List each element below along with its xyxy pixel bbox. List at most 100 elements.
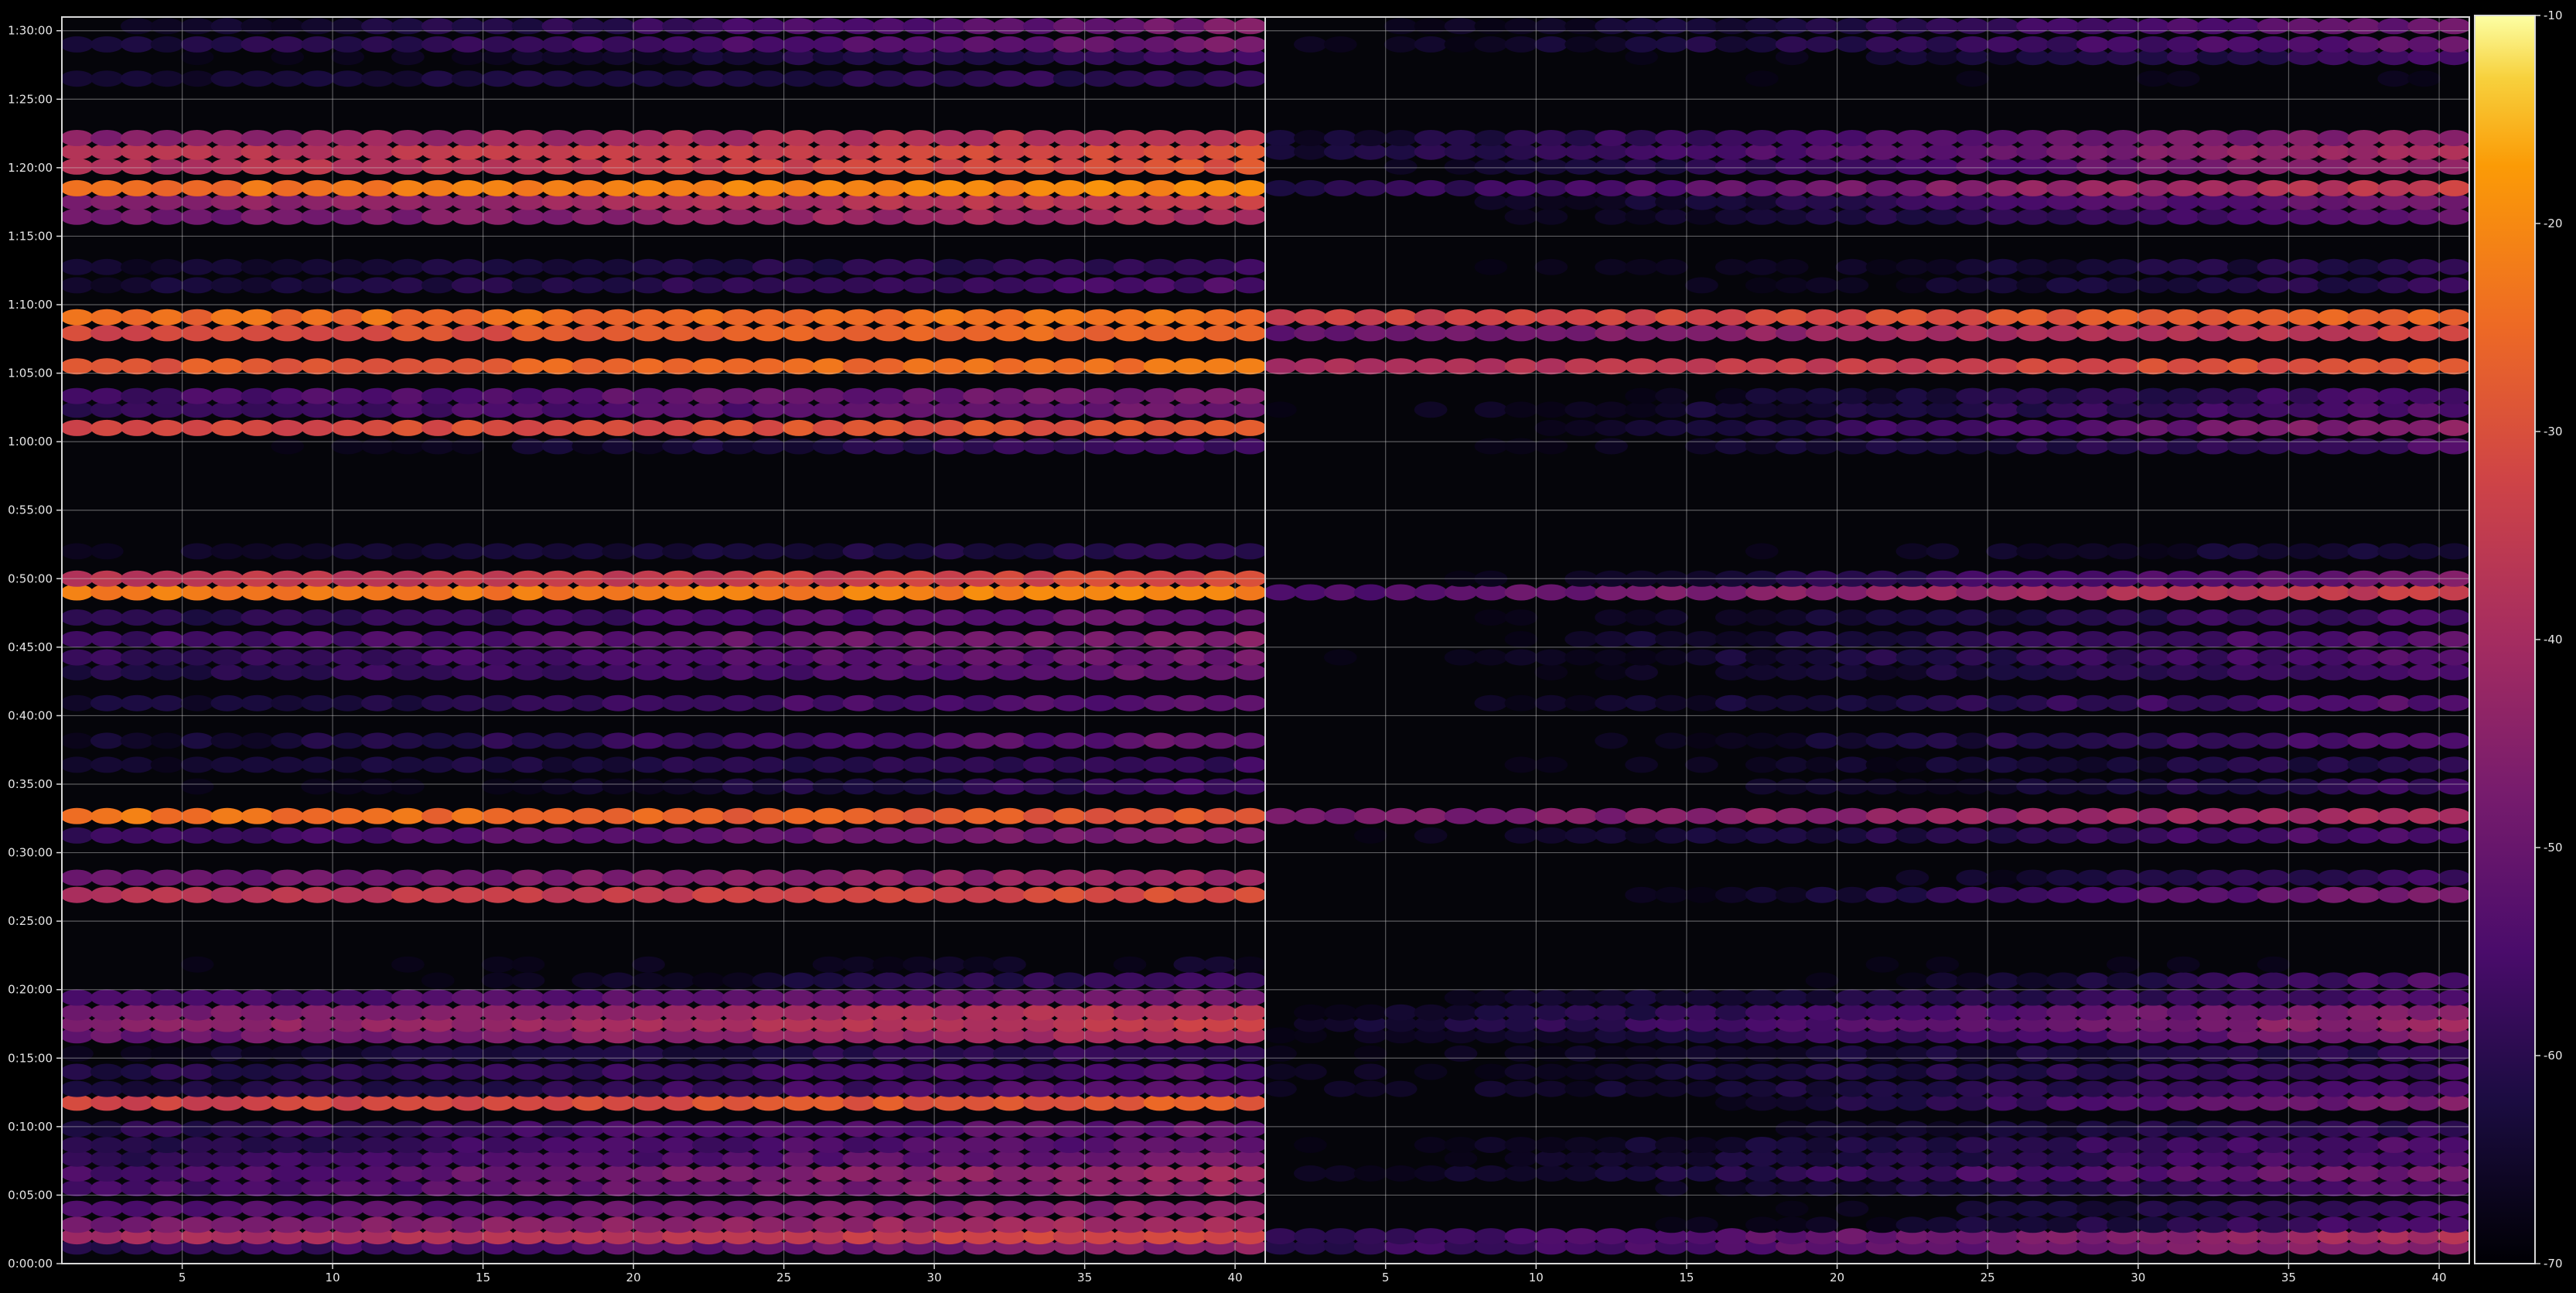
heatmap-cell: [1625, 649, 1659, 666]
heatmap-cell: [1444, 1045, 1478, 1062]
heatmap-cell: [331, 886, 364, 903]
heatmap-cell: [241, 325, 275, 342]
heatmap-cell: [571, 1137, 606, 1153]
heatmap-cell: [271, 70, 305, 87]
heatmap-cell: [421, 886, 455, 903]
heatmap-cell: [331, 438, 364, 455]
heatmap-cell: [842, 886, 876, 903]
heatmap-cell: [812, 309, 846, 326]
heatmap-cell: [2438, 1216, 2469, 1233]
x-tick-label: 40: [1228, 1271, 1243, 1284]
heatmap-cell: [301, 1045, 335, 1062]
heatmap-cell: [1956, 1200, 1990, 1217]
heatmap-cell: [1053, 869, 1087, 886]
heatmap-cell: [2438, 543, 2469, 560]
heatmap-cell: [1233, 609, 1265, 626]
heatmap-cell: [1203, 358, 1237, 375]
heatmap-cell: [2377, 543, 2411, 560]
heatmap-cell: [1265, 1228, 1297, 1245]
heatmap-cell: [1504, 18, 1538, 35]
heatmap-cell: [1265, 309, 1297, 326]
heatmap-cell: [1655, 1063, 1688, 1080]
heatmap-cell: [752, 778, 786, 795]
heatmap-cell: [1745, 1063, 1779, 1080]
heatmap-cell: [120, 18, 154, 35]
heatmap-cell: [1564, 419, 1598, 436]
heatmap-cell: [902, 694, 936, 711]
heatmap-cell: [1504, 1137, 1538, 1153]
heatmap-cell: [2196, 1045, 2230, 1062]
heatmap-cell: [602, 258, 636, 275]
heatmap-cell: [511, 158, 545, 175]
heatmap-cell: [2317, 358, 2351, 375]
heatmap-cell: [301, 827, 335, 844]
heatmap-cell: [1655, 631, 1688, 647]
heatmap-cell: [2136, 1165, 2170, 1182]
heatmap-cell: [1053, 1080, 1087, 1097]
heatmap-cell: [2347, 325, 2381, 342]
heatmap-cell: [1022, 1045, 1056, 1062]
heatmap-cell: [2317, 208, 2351, 225]
heatmap-cell: [2076, 631, 2110, 647]
heatmap-cell: [361, 179, 394, 196]
heatmap-cell: [62, 258, 94, 275]
heatmap-cell: [120, 869, 154, 886]
heatmap-cell: [571, 732, 606, 749]
heatmap-cell: [2287, 130, 2321, 146]
heatmap-cell: [2046, 438, 2080, 455]
heatmap-cell: [2166, 827, 2200, 844]
heatmap-cell: [2226, 869, 2260, 886]
heatmap-cell: [632, 358, 665, 375]
heatmap-cell: [571, 208, 606, 225]
heatmap-cell: [2257, 179, 2291, 196]
heatmap-cell: [812, 827, 846, 844]
heatmap-cell: [1714, 36, 1749, 53]
heatmap-cell: [1926, 1080, 1960, 1097]
heatmap-cell: [963, 1180, 996, 1197]
heatmap-cell: [571, 130, 606, 146]
heatmap-cell: [90, 732, 124, 749]
heatmap-cell: [1595, 1165, 1629, 1182]
heatmap-cell: [2347, 631, 2381, 647]
heatmap-cell: [692, 277, 725, 294]
heatmap-cell: [1534, 649, 1568, 666]
heatmap-cell: [1986, 309, 2020, 326]
heatmap-cell: [1534, 756, 1568, 773]
heatmap-cell: [1745, 309, 1779, 326]
heatmap-cell: [421, 1200, 455, 1217]
heatmap-cell: [451, 869, 485, 886]
heatmap-cell: [632, 1121, 665, 1138]
heatmap-cell: [150, 1216, 184, 1233]
heatmap-cell: [331, 989, 364, 1006]
heatmap-cell: [1143, 208, 1177, 225]
heatmap-cell: [2166, 419, 2200, 436]
heatmap-cell: [1595, 179, 1629, 196]
heatmap-cell: [2287, 732, 2321, 749]
heatmap-cell: [1986, 972, 2020, 989]
heatmap-cell: [1775, 258, 1809, 275]
heatmap-cell: [963, 1216, 996, 1233]
heatmap-cell: [782, 631, 816, 647]
heatmap-cell: [2347, 277, 2381, 294]
heatmap-cell: [1835, 258, 1869, 275]
heatmap-cell: [2438, 1200, 2469, 1217]
heatmap-cell: [62, 277, 94, 294]
heatmap-cell: [1775, 886, 1809, 903]
heatmap-cell: [150, 158, 184, 175]
heatmap-cell: [632, 869, 665, 886]
heatmap-cell: [1835, 1137, 1869, 1153]
heatmap-cell: [331, 1165, 364, 1182]
heatmap-cell: [301, 1216, 335, 1233]
heatmap-cell: [1022, 886, 1056, 903]
heatmap-cell: [842, 36, 876, 53]
heatmap-cell: [872, 1200, 906, 1217]
heatmap-cell: [2438, 778, 2469, 795]
heatmap-cell: [2438, 358, 2469, 375]
heatmap-cell: [1414, 36, 1448, 53]
heatmap-cell: [2287, 543, 2321, 560]
heatmap-cell: [902, 438, 936, 455]
heatmap-cell: [2226, 1216, 2260, 1233]
heatmap-cell: [2107, 649, 2140, 666]
heatmap-cell: [1625, 208, 1659, 225]
heatmap-cell: [2136, 130, 2170, 146]
